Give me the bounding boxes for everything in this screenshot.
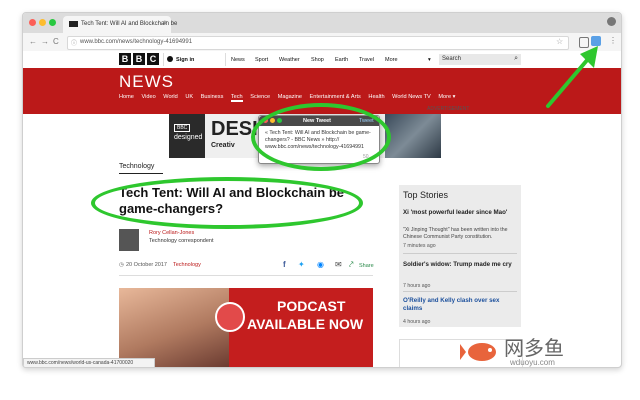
story-time: 7 hours ago xyxy=(403,283,431,289)
story-time: 4 hours ago xyxy=(403,319,431,325)
share-label[interactable]: Share xyxy=(359,263,374,269)
podcast-line1: PODCAST xyxy=(277,298,346,314)
subnav-business[interactable]: Business xyxy=(201,94,224,100)
nav-earth[interactable]: Earth xyxy=(335,57,348,63)
twitter-icon[interactable]: ✦ xyxy=(298,260,305,269)
podcast-line2: AVAILABLE NOW xyxy=(247,316,364,332)
subnav-entertainment[interactable]: Entertainment & Arts xyxy=(310,94,361,100)
subnav-world-news-tv[interactable]: World News TV xyxy=(392,94,431,100)
user-icon xyxy=(167,56,173,62)
address-toolbar: ← → C ⓘ www.bbc.com/news/technology-4169… xyxy=(23,33,621,52)
fish-logo-icon xyxy=(460,343,496,361)
reload-button[interactable]: C xyxy=(53,37,59,46)
nav-weather[interactable]: Weather xyxy=(279,57,300,63)
ad-brand-block: BBC designed xyxy=(169,114,205,158)
highlight-ring-popup xyxy=(251,103,391,171)
author-name[interactable]: Rory Cellan-Jones xyxy=(149,230,194,236)
url-bar[interactable]: ⓘ www.bbc.com/news/technology-41694991 ☆ xyxy=(67,36,569,50)
tab-close-button[interactable]: × xyxy=(163,20,167,27)
subnav-tech[interactable]: Tech xyxy=(230,94,243,102)
nav-travel[interactable]: Travel xyxy=(359,57,374,63)
bbc-logo-c[interactable]: C xyxy=(147,53,159,65)
browser-tab[interactable]: Tech Tent: Will AI and Blockchain be × xyxy=(63,16,177,33)
chevron-down-icon: ▾ xyxy=(428,57,431,63)
sign-in-link[interactable]: Sign in xyxy=(176,57,194,63)
ad-subline: Creativ xyxy=(211,142,235,149)
subnav-home[interactable]: Home xyxy=(119,94,134,100)
pointer-arrow-icon xyxy=(546,46,598,108)
nav-sport[interactable]: Sport xyxy=(255,57,268,63)
bbc-favicon-icon xyxy=(69,21,78,27)
section-underline xyxy=(119,173,163,174)
article-section-link[interactable]: Technology xyxy=(173,262,201,268)
divider xyxy=(163,53,164,66)
facebook-icon[interactable]: f xyxy=(283,260,286,269)
subnav-uk[interactable]: UK xyxy=(185,94,193,100)
top-stories-panel: Top Stories Xi 'most powerful leader sin… xyxy=(399,185,521,327)
info-icon: ⓘ xyxy=(71,41,78,47)
search-placeholder: Search xyxy=(442,56,462,62)
story-headline[interactable]: O'Reilly and Kelly clash over sex claims xyxy=(403,297,517,313)
advertisement-label: ADVERTISEMENT xyxy=(427,106,470,112)
ad-brand-top: BBC xyxy=(174,124,191,132)
nav-news[interactable]: News xyxy=(231,57,245,63)
author-role: Technology correspondent xyxy=(149,238,214,244)
nav-more[interactable]: More xyxy=(385,57,398,63)
email-icon[interactable]: ✉ xyxy=(335,260,342,269)
close-window-button[interactable] xyxy=(29,19,36,26)
bbc-header: B B C Sign in News Sport Weather Shop Ea… xyxy=(23,51,621,69)
bbc-logo-b1[interactable]: B xyxy=(119,53,131,65)
subnav-health[interactable]: Health xyxy=(368,94,384,100)
ad-building-image xyxy=(385,114,441,158)
highlight-ring-headline xyxy=(91,177,363,229)
browser-window: Tech Tent: Will AI and Blockchain be × ←… xyxy=(22,12,622,368)
back-button[interactable]: ← xyxy=(29,37,37,46)
top-stories-title: Top Stories xyxy=(403,190,449,200)
story-time: 7 minutes ago xyxy=(403,243,436,249)
profile-icon[interactable] xyxy=(607,17,616,26)
watermark-text: 网多鱼 xyxy=(504,338,564,360)
section-label[interactable]: Technology xyxy=(119,163,154,170)
author-avatar xyxy=(119,229,139,251)
divider xyxy=(225,53,226,66)
story-divider xyxy=(403,253,517,254)
status-url: www.bbc.com/news/world-us-canada-4170002… xyxy=(27,360,134,366)
story-headline[interactable]: Xi 'most powerful leader since Mao' xyxy=(403,209,517,217)
presenter-photo xyxy=(119,288,229,367)
subnav-magazine[interactable]: Magazine xyxy=(278,94,302,100)
article-divider xyxy=(119,275,373,276)
search-input[interactable]: Search ⌕ xyxy=(439,54,521,65)
subnav-world[interactable]: World xyxy=(163,94,178,100)
url-text: www.bbc.com/news/technology-41694991 xyxy=(80,39,193,45)
clock-icon: ◷ xyxy=(119,262,124,268)
zoom-window-button[interactable] xyxy=(49,19,56,26)
microphone-icon xyxy=(215,302,245,332)
messenger-icon[interactable]: ◉ xyxy=(317,260,324,269)
news-subnav: Home Video World UK Business Tech Scienc… xyxy=(119,94,461,106)
status-bar: www.bbc.com/news/world-us-canada-4170002… xyxy=(23,358,155,367)
bbc-logo-b2[interactable]: B xyxy=(133,53,145,65)
nav-shop[interactable]: Shop xyxy=(311,57,324,63)
podcast-image[interactable]: PODCAST AVAILABLE NOW xyxy=(119,288,373,367)
news-wordmark[interactable]: NEWS xyxy=(119,72,174,92)
story-summary: "Xi Jinping Thought" has been written in… xyxy=(403,227,508,240)
subnav-science[interactable]: Science xyxy=(250,94,270,100)
story-headline[interactable]: Soldier's widow: Trump made me cry xyxy=(403,261,517,269)
minimize-window-button[interactable] xyxy=(39,19,46,26)
watermark-domain: wduoyu.com xyxy=(510,358,555,367)
subnav-more[interactable]: More ▾ xyxy=(438,94,455,100)
search-icon[interactable]: ⌕ xyxy=(514,55,518,63)
ad-brand-bottom: designed xyxy=(174,134,203,141)
forward-button[interactable]: → xyxy=(41,37,49,46)
story-divider xyxy=(403,291,517,292)
share-icon[interactable]: ⤤ xyxy=(349,260,354,270)
subnav-video[interactable]: Video xyxy=(141,94,155,100)
article-date: 20 October 2017 xyxy=(126,262,167,268)
tab-bar: Tech Tent: Will AI and Blockchain be × xyxy=(23,13,621,33)
